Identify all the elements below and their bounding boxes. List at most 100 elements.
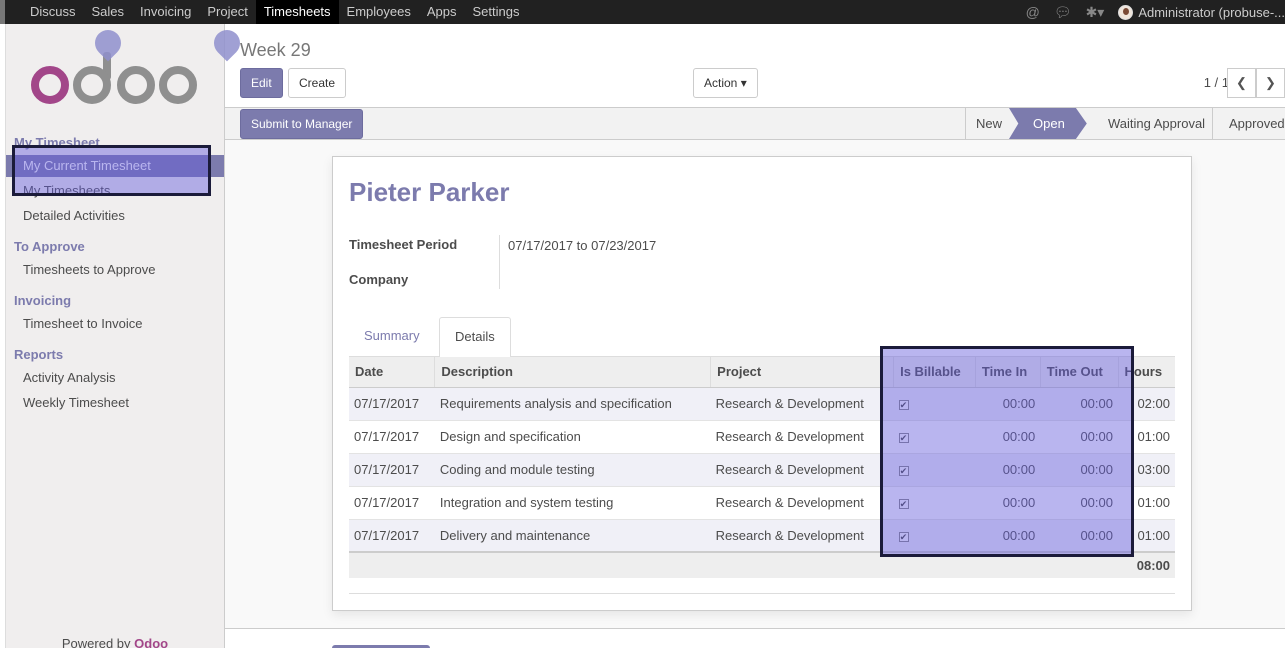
table-row[interactable]: 07/17/2017 Design and specification Rese… (349, 419, 1175, 453)
main-content: Week 29 Edit Create Action ▾ 1 / 1 ❮ ❯ S… (225, 24, 1285, 648)
app-timesheets[interactable]: Timesheets (255, 0, 339, 24)
cell-project: Research & Development (710, 386, 881, 420)
sidebar-item-activity-analysis[interactable]: Activity Analysis (6, 367, 224, 389)
stage-waiting-approval[interactable]: Waiting Approval (1098, 108, 1215, 139)
column-project[interactable]: Project (710, 357, 881, 388)
sidebar-item-timesheet-to-invoice[interactable]: Timesheet to Invoice (6, 313, 224, 335)
cell-time-in: 00:00 (975, 452, 1041, 486)
cell-time-in: 00:00 (975, 419, 1041, 453)
app-discuss[interactable]: Discuss (22, 0, 84, 24)
field-divider (499, 235, 500, 289)
cell-time-out: 00:00 (1040, 419, 1118, 453)
stage-approved[interactable]: Approved (1212, 108, 1285, 139)
table-row[interactable]: 07/17/2017 Integration and system testin… (349, 485, 1175, 519)
billable-checkbox: ✔ (898, 400, 909, 410)
column-date[interactable]: Date (349, 357, 435, 388)
timesheet-period-label: Timesheet Period (349, 237, 458, 252)
cell-description: Design and specification (434, 419, 711, 453)
tab-details[interactable]: Details (439, 317, 511, 358)
logo-letter-o2 (117, 66, 155, 104)
app-employees[interactable]: Employees (339, 0, 419, 24)
footer-spacer (349, 551, 1118, 578)
cell-hours: 02:00 (1118, 386, 1175, 420)
cell-description: Coding and module testing (434, 452, 711, 486)
timesheet-period-value: 07/17/2017 to 07/23/2017 (508, 238, 657, 253)
stage-open[interactable]: Open (1009, 108, 1087, 139)
sidebar-item-weekly-timesheet[interactable]: Weekly Timesheet (6, 392, 224, 414)
cell-project: Research & Development (710, 452, 881, 486)
app-settings[interactable]: Settings (465, 0, 528, 24)
powered-by: Powered by Odoo (6, 636, 224, 648)
table-row[interactable]: 07/17/2017 Requirements analysis and spe… (349, 386, 1175, 420)
sidebar-item-my-current-timesheet[interactable]: My Current Timesheet (6, 155, 224, 177)
sidebar-section-reports: Reports (14, 347, 64, 362)
cell-is-billable: ✔ (893, 518, 976, 552)
cell-time-out: 00:00 (1040, 386, 1118, 420)
cell-hours: 01:00 (1118, 419, 1175, 453)
app-menu: Discuss Sales Invoicing Project Timeshee… (22, 0, 527, 24)
cell-time-in: 00:00 (975, 386, 1041, 420)
powered-by-link[interactable]: Odoo (134, 636, 168, 648)
table-footer-row: 08:00 (349, 551, 1175, 578)
user-avatar[interactable] (1118, 4, 1134, 20)
pager-previous-button[interactable]: ❮ (1227, 68, 1256, 98)
sidebar-item-my-timesheets[interactable]: My Timesheets (6, 180, 224, 202)
chat-icon[interactable]: 💬︎ (1054, 4, 1072, 21)
cell-spacer (880, 485, 894, 519)
cell-is-billable: ✔ (893, 485, 976, 519)
table-row[interactable]: 07/17/2017 Delivery and maintenance Rese… (349, 518, 1175, 552)
create-button[interactable]: Create (288, 68, 347, 98)
cell-time-in: 00:00 (975, 518, 1041, 552)
table-row[interactable]: 07/17/2017 Coding and module testing Res… (349, 452, 1175, 486)
column-time-in[interactable]: Time In (974, 357, 1041, 388)
cell-date: 07/17/2017 (349, 419, 435, 453)
pager-value[interactable]: 1 / 1 (1204, 75, 1229, 90)
user-menu[interactable]: Administrator (probuse-... (1138, 5, 1285, 20)
cell-date: 07/17/2017 (349, 518, 435, 552)
sidebar-item-timesheets-to-approve[interactable]: Timesheets to Approve (6, 259, 224, 281)
breadcrumb: Week 29 (240, 40, 311, 60)
company-label: Company (349, 272, 409, 287)
app-sales[interactable]: Sales (84, 0, 133, 24)
stage-new[interactable]: New (965, 108, 1012, 139)
edit-button[interactable]: Edit (240, 68, 283, 98)
billable-checkbox: ✔ (898, 531, 909, 542)
column-hours[interactable]: Hours (1117, 357, 1175, 388)
odoo-logo[interactable] (31, 52, 201, 107)
column-spacer (880, 357, 894, 388)
powered-by-text: Powered by (61, 636, 131, 648)
cell-hours: 03:00 (1118, 452, 1175, 486)
billable-checkbox: ✔ (898, 466, 909, 476)
cell-spacer (880, 452, 894, 486)
pager-next-button[interactable]: ❯ (1256, 68, 1285, 98)
tab-summary[interactable]: Summary (349, 317, 435, 357)
logo-letter-o3 (159, 66, 197, 104)
action-dropdown[interactable]: Action ▾ (693, 68, 758, 98)
column-description[interactable]: Description (434, 357, 711, 388)
submit-to-manager-button[interactable]: Submit to Manager (240, 109, 364, 139)
cell-date: 07/17/2017 (349, 485, 435, 519)
cell-spacer (880, 386, 894, 420)
table-header-row: Date Description Project Is Billable Tim… (349, 357, 1175, 388)
debug-bug-icon[interactable]: ✱▾ (1086, 4, 1105, 21)
sidebar-section-to-approve: To Approve (14, 239, 85, 254)
app-apps[interactable]: Apps (419, 0, 465, 24)
cell-date: 07/17/2017 (349, 386, 435, 420)
logo-letter-d (73, 66, 111, 104)
billable-checkbox: ✔ (898, 433, 909, 443)
app-invoicing[interactable]: Invoicing (132, 0, 199, 24)
logo-letter-o (31, 66, 69, 104)
cell-project: Research & Development (710, 419, 881, 453)
sidebar-item-detailed-activities[interactable]: Detailed Activities (6, 205, 224, 227)
employee-name: Pieter Parker (349, 177, 510, 207)
column-is-billable[interactable]: Is Billable (893, 357, 976, 388)
notebook-tabs: Summary Details (349, 317, 1175, 358)
app-project[interactable]: Project (199, 0, 255, 24)
top-navbar: Discuss Sales Invoicing Project Timeshee… (0, 0, 1285, 24)
column-time-out[interactable]: Time Out (1039, 357, 1118, 388)
systray: @ 💬︎ ✱▾ Administrator (probuse-... (1026, 0, 1285, 24)
cell-description: Delivery and maintenance (434, 518, 711, 552)
control-panel: Week 29 Edit Create Action ▾ 1 / 1 ❮ ❯ (225, 24, 1285, 108)
cell-description: Requirements analysis and specification (434, 386, 711, 420)
at-mention-icon[interactable]: @ (1026, 4, 1040, 20)
